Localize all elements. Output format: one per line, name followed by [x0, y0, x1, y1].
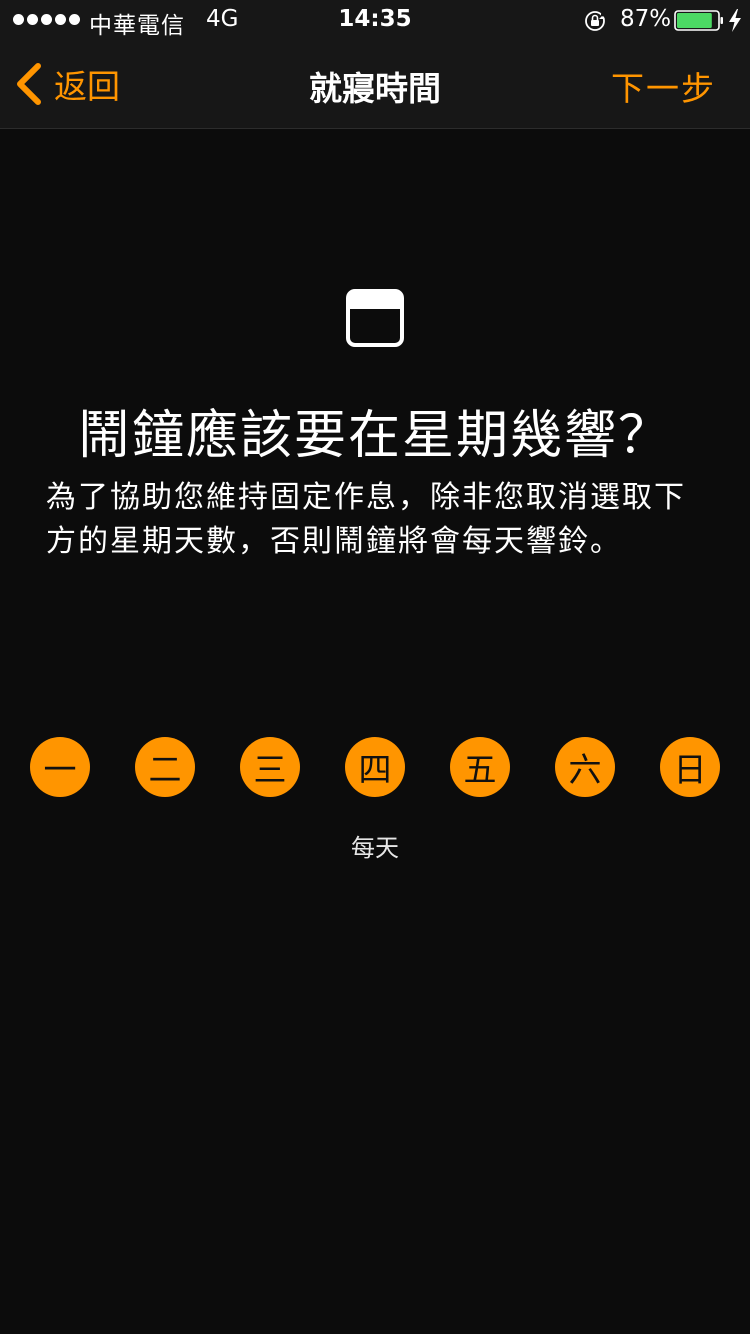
calendar-icon: [346, 289, 404, 347]
weekday-selector: 一 二 三 四 五 六 日: [0, 737, 750, 797]
screen: 中華電信 4G 14:35 87% 返回 就寢時間 下一步 鬧鐘應該要在星期幾響…: [0, 0, 750, 1334]
question-heading: 鬧鐘應該要在星期幾響？: [77, 406, 672, 466]
day-button-wed[interactable]: 三: [240, 737, 300, 797]
day-button-thu[interactable]: 四: [345, 737, 405, 797]
rotation-lock-icon: [585, 11, 606, 31]
charging-bolt-icon: [729, 9, 741, 32]
day-button-mon[interactable]: 一: [30, 737, 90, 797]
next-button[interactable]: 下一步: [611, 62, 716, 110]
description-text: 為了協助您維持固定作息，除非您取消選取下方的星期天數，否則鬧鐘將會每天響鈴。: [46, 480, 686, 559]
navigation-bar: 返回 就寢時間 下一步: [0, 40, 750, 129]
status-bar: 中華電信 4G 14:35 87%: [0, 0, 750, 40]
day-button-sat[interactable]: 六: [555, 737, 615, 797]
battery-percent: 87%: [620, 6, 672, 32]
day-button-sun[interactable]: 日: [660, 737, 720, 797]
repeat-summary: 每天: [351, 834, 399, 862]
day-button-tue[interactable]: 二: [135, 737, 195, 797]
battery-icon: [674, 10, 723, 31]
day-button-fri[interactable]: 五: [450, 737, 510, 797]
